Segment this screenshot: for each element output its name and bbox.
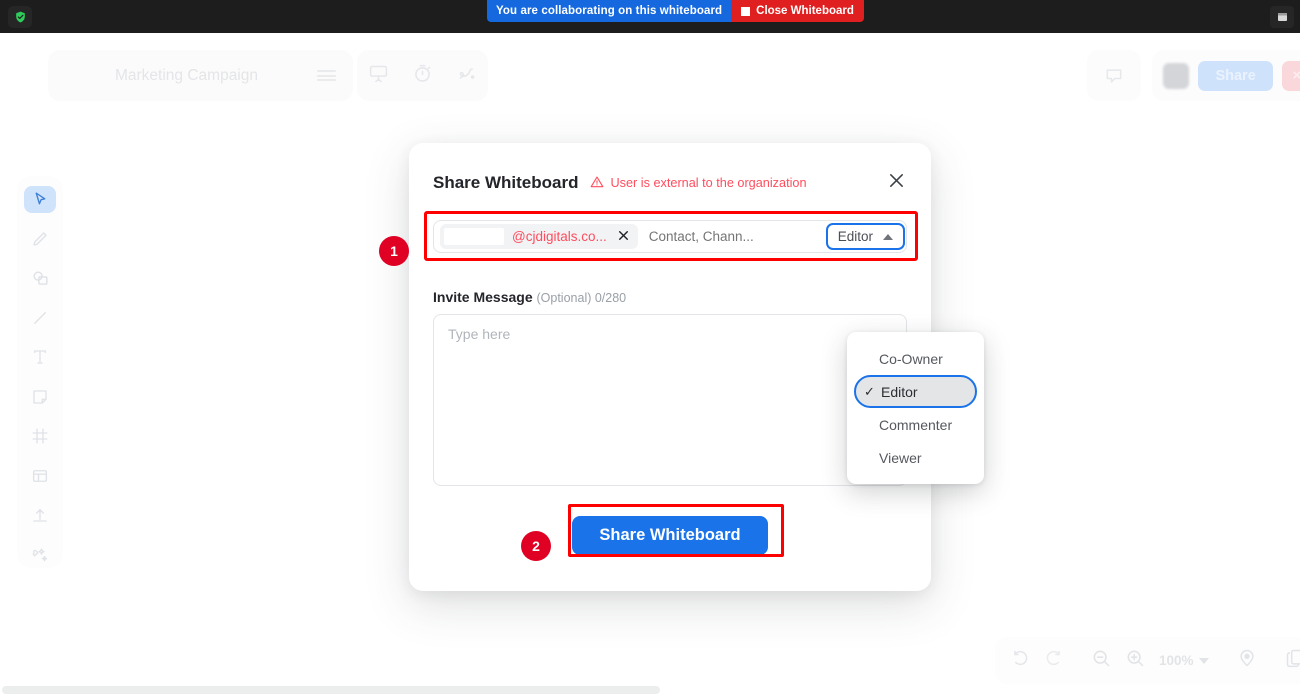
dialog-footer: Share Whiteboard: [409, 504, 931, 557]
external-user-warning: User is external to the organization: [590, 175, 807, 192]
zoom-toolbar: 100%: [995, 637, 1300, 684]
warning-text: User is external to the organization: [610, 176, 807, 190]
role-selector-button[interactable]: Editor: [825, 223, 906, 250]
invite-message-textarea[interactable]: Type here: [433, 314, 907, 486]
horizontal-scrollbar[interactable]: [2, 686, 660, 694]
role-option-co-owner[interactable]: Co-Owner: [854, 342, 977, 375]
warning-triangle-icon: [590, 175, 604, 192]
hamburger-menu-icon[interactable]: [299, 68, 353, 84]
magic-wand-tool[interactable]: [24, 542, 56, 569]
chip-email-label: @cjdigitals.co...: [512, 229, 607, 244]
share-button[interactable]: Share: [1198, 60, 1273, 91]
tool-rail: [17, 176, 63, 568]
avatar[interactable]: [1163, 62, 1190, 89]
step-badge-2: 2: [521, 531, 551, 561]
line-tool[interactable]: [24, 305, 56, 332]
upload-tool[interactable]: [24, 502, 56, 529]
collaboration-banner: You are collaborating on this whiteboard…: [487, 0, 864, 22]
close-whiteboard-label: Close Whiteboard: [756, 5, 854, 17]
chevron-up-icon: [883, 233, 894, 240]
select-tool[interactable]: [24, 186, 56, 213]
text-tool[interactable]: [24, 344, 56, 371]
close-board-button[interactable]: ×: [1281, 60, 1300, 91]
zoom-level-value: 100%: [1159, 653, 1194, 668]
recipient-chip[interactable]: @cjdigitals.co...: [440, 224, 638, 249]
close-whiteboard-button[interactable]: Close Whiteboard: [731, 0, 864, 22]
browser-extension-bar: You are collaborating on this whiteboard…: [0, 0, 1300, 33]
pen-tool[interactable]: [24, 226, 56, 253]
template-tool[interactable]: [24, 463, 56, 490]
window-icon[interactable]: [1270, 6, 1294, 28]
header-tools-group: [357, 50, 488, 101]
presentation-icon[interactable]: [368, 63, 389, 89]
invite-message-label: Invite Message (Optional) 0/280: [433, 289, 907, 305]
header-actions: Share ×: [1152, 50, 1300, 101]
invite-message-title: Invite Message: [433, 289, 533, 305]
check-icon: ✓: [864, 383, 875, 399]
copy-icon[interactable]: [1285, 648, 1300, 673]
timer-icon[interactable]: [412, 63, 433, 89]
zoom-level-selector[interactable]: 100%: [1159, 653, 1209, 668]
close-icon[interactable]: [886, 170, 907, 196]
zoom-out-icon[interactable]: [1091, 648, 1111, 673]
role-option-viewer[interactable]: Viewer: [854, 441, 977, 474]
chat-bubble-icon[interactable]: [1087, 50, 1141, 101]
board-title-bar: Marketing Campaign: [48, 50, 353, 101]
app-root: You are collaborating on this whiteboard…: [0, 0, 1300, 700]
stop-square-icon: [741, 6, 751, 16]
role-option-label: Editor: [881, 383, 918, 400]
collaboration-message: You are collaborating on this whiteboard: [487, 0, 732, 22]
step-badge-1: 1: [379, 236, 409, 266]
redo-icon[interactable]: [1044, 649, 1063, 673]
role-option-editor[interactable]: ✓ Editor: [854, 375, 977, 408]
laser-pointer-icon[interactable]: [456, 63, 477, 89]
undo-icon[interactable]: [1011, 649, 1030, 673]
role-dropdown-menu: Co-Owner ✓ Editor Commenter Viewer: [847, 332, 984, 484]
recipients-row: @cjdigitals.co... Editor Co-Owner: [424, 211, 984, 484]
location-pin-icon[interactable]: [1237, 648, 1257, 673]
role-option-label: Commenter: [879, 416, 953, 433]
board-title[interactable]: Marketing Campaign: [48, 67, 299, 85]
zoom-in-icon[interactable]: [1125, 648, 1145, 673]
sticky-note-tool[interactable]: [24, 384, 56, 411]
dialog-header: Share Whiteboard User is external to the…: [409, 143, 931, 196]
role-option-commenter[interactable]: Commenter: [854, 408, 977, 441]
recipient-input[interactable]: [637, 229, 826, 244]
role-selected-label: Editor: [837, 229, 874, 244]
shape-tool[interactable]: [24, 265, 56, 292]
role-option-label: Co-Owner: [879, 350, 943, 367]
frame-tool[interactable]: [24, 423, 56, 450]
chevron-down-icon: [1198, 657, 1209, 664]
share-whiteboard-submit-button[interactable]: Share Whiteboard: [572, 516, 768, 555]
share-whiteboard-dialog: Share Whiteboard User is external to the…: [409, 143, 984, 591]
redacted-name: [444, 228, 504, 245]
shield-check-icon[interactable]: [8, 6, 32, 28]
invite-message-counter: (Optional) 0/280: [536, 291, 627, 305]
recipients-field[interactable]: @cjdigitals.co... Editor: [433, 220, 907, 253]
remove-chip-icon[interactable]: [615, 229, 630, 245]
dialog-title: Share Whiteboard: [433, 173, 579, 192]
role-option-label: Viewer: [879, 449, 922, 466]
